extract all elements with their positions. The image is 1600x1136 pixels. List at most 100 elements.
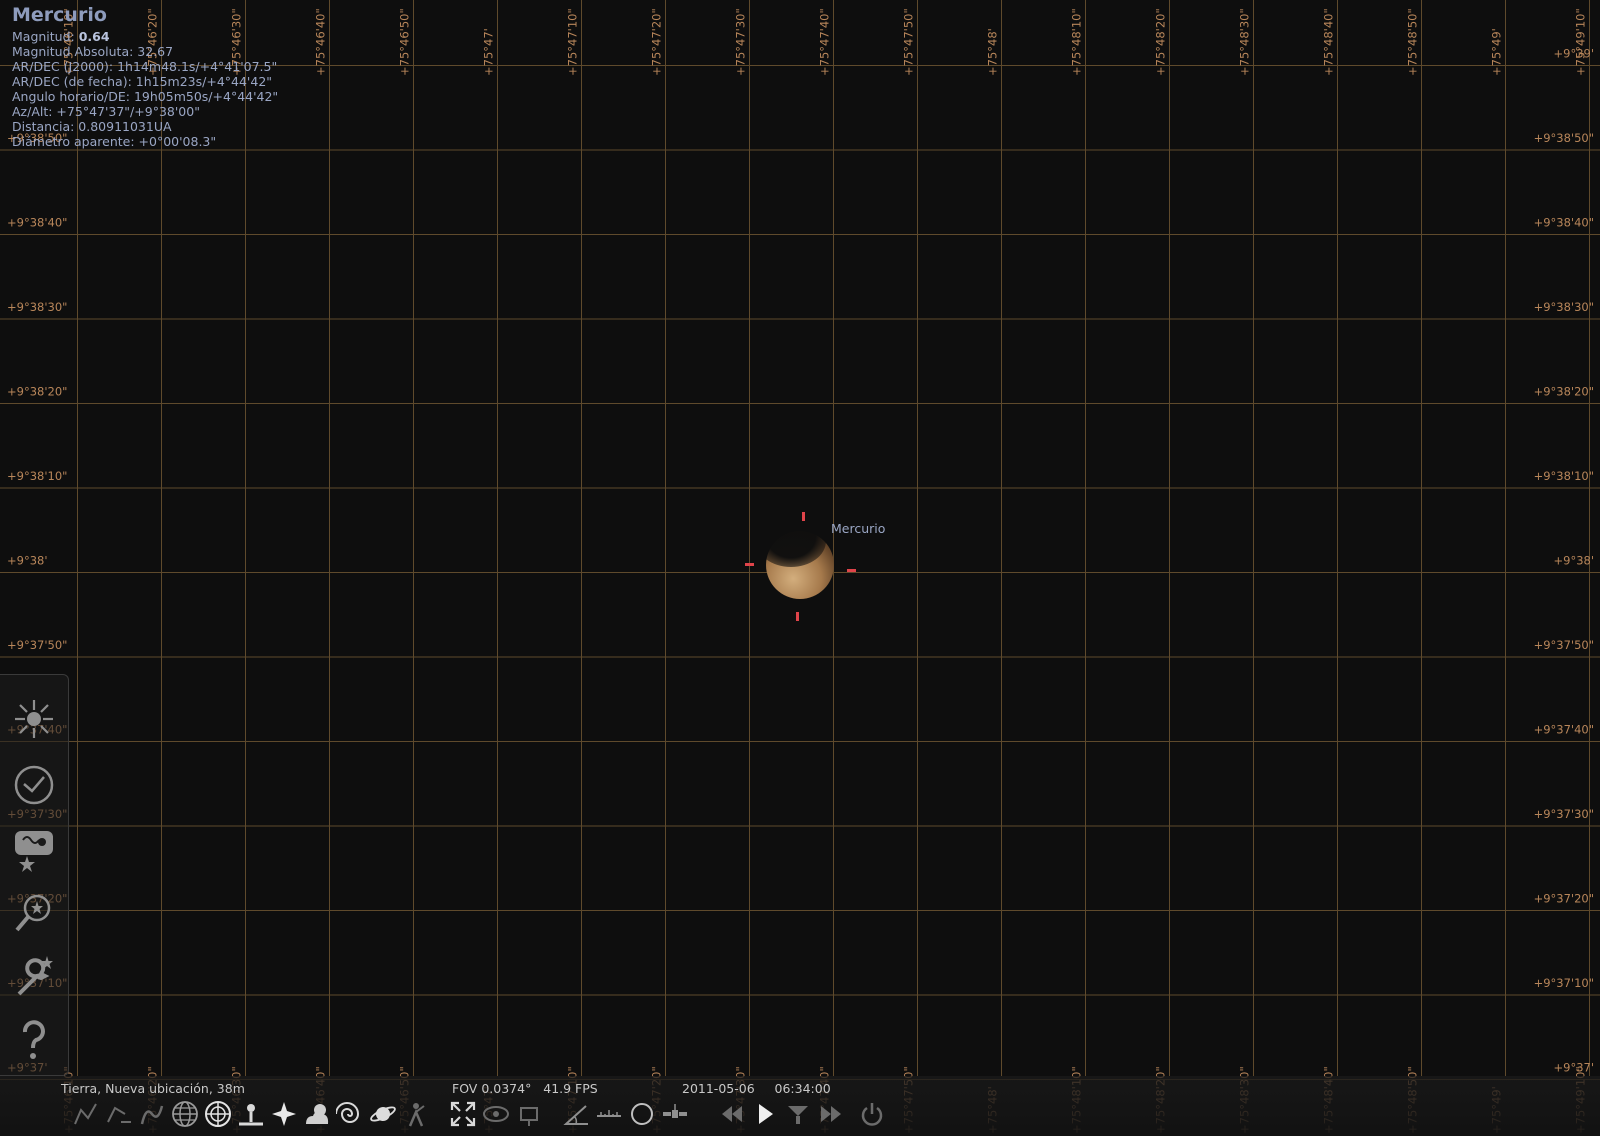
- ground-icon: [239, 1104, 263, 1126]
- selection-marker-right: [847, 569, 856, 572]
- selection-marker-top: [802, 512, 805, 521]
- planets-labels-icon: [370, 1106, 396, 1122]
- equatorial-grid-icon: [172, 1101, 198, 1127]
- azimuth-label-top: +75°47'10": [566, 8, 580, 76]
- constellation-art-button[interactable]: [136, 1098, 168, 1130]
- magnitude-label: Magnitud:: [12, 29, 75, 44]
- location-status: Tierra, Nueva ubicación, 38m: [61, 1081, 245, 1096]
- sky-light-button[interactable]: [6, 691, 62, 747]
- date-time-button[interactable]: [6, 757, 62, 813]
- constellation-lines-button[interactable]: [70, 1098, 102, 1130]
- distance: Distancia: 0.80911031UA: [12, 119, 172, 134]
- play-button[interactable]: [749, 1098, 781, 1130]
- azimuth-label-top: +75°48'40": [1322, 8, 1336, 76]
- angle-measure-button[interactable]: [560, 1098, 592, 1130]
- mount-icon: [408, 1103, 425, 1127]
- altitude-label-right: +9°39': [1554, 47, 1595, 61]
- azimuth-label-top: +75°47'20": [650, 8, 664, 76]
- azimuth-label-top: +75°47'50": [902, 8, 916, 76]
- sky-culture-icon: [15, 831, 53, 872]
- altitude-label-right: +9°37': [1554, 1061, 1595, 1075]
- fov-fps-status: FOV 0.0374° 41.9 FPS: [452, 1081, 598, 1096]
- azimuthal-grid-button[interactable]: [202, 1098, 234, 1130]
- left-toolbar: [0, 674, 69, 1076]
- realtime-icon: [788, 1106, 808, 1124]
- radec-date: AR/DEC (de fecha): 1h15m23s/+4°44'42": [12, 74, 273, 89]
- altitude-label-right: +9°38'20": [1534, 385, 1594, 399]
- object-title: Mercurio: [12, 4, 107, 26]
- realtime-button[interactable]: [782, 1098, 814, 1130]
- cardinal-points-icon: [272, 1102, 296, 1126]
- cardinal-points-button[interactable]: [268, 1098, 300, 1130]
- bottom-toolbar-buttons: [70, 1097, 889, 1131]
- satellite-button[interactable]: [659, 1098, 691, 1130]
- ocular-icon: [483, 1106, 509, 1122]
- atmosphere-button[interactable]: [301, 1098, 333, 1130]
- selection-marker-left: [745, 563, 754, 566]
- altitude-label-right: +9°37'50": [1534, 638, 1594, 652]
- selection-marker-bottom: [796, 612, 799, 621]
- azimuth-label-top: +75°47'30": [734, 8, 748, 76]
- azimuth-label-top: +75°48': [986, 28, 1000, 76]
- azimuth-label-top: +75°49'10": [1574, 8, 1588, 76]
- altitude-label-left: +9°37'50": [7, 638, 67, 652]
- azimuth-label-top: +75°48'10": [1070, 8, 1084, 76]
- azimuth-label-top: +75°46'50": [398, 8, 412, 76]
- config-icon: [17, 956, 53, 996]
- altitude-label-right: +9°38'50": [1534, 131, 1594, 145]
- constellation-labels-button[interactable]: [103, 1098, 135, 1130]
- sky-culture-button[interactable]: [6, 821, 62, 877]
- altitude-label-right: +9°38'40": [1534, 216, 1594, 230]
- ground-button[interactable]: [235, 1098, 267, 1130]
- fov-status: FOV 0.0374°: [452, 1081, 532, 1096]
- radec-j2000: AR/DEC (J2000): 1h14m48.1s/+4°41'07.5": [12, 59, 278, 74]
- azimuth-label-top: +75°48'20": [1154, 8, 1168, 76]
- configuration-button[interactable]: [6, 949, 62, 1005]
- azimuth-label-top: +75°47': [482, 28, 496, 76]
- azimuth-label-top: +75°48'50": [1406, 8, 1420, 76]
- rewind-icon: [722, 1106, 742, 1122]
- az-alt: Az/Alt: +75°47'37"/+9°38'00": [12, 104, 200, 119]
- altitude-label-left: +9°38'10": [7, 469, 67, 483]
- fast-forward-button[interactable]: [815, 1098, 847, 1130]
- time-status: 06:34:00: [774, 1081, 831, 1096]
- altitude-label-right: +9°38'10": [1534, 469, 1594, 483]
- fast-forward-icon: [821, 1106, 841, 1122]
- circle-button[interactable]: [626, 1098, 658, 1130]
- clock-icon: [14, 765, 54, 805]
- altitude-label-right: +9°37'20": [1534, 892, 1594, 906]
- mount-button[interactable]: [400, 1098, 432, 1130]
- constellation-labels-icon: [107, 1106, 131, 1123]
- planets-labels-button[interactable]: [367, 1098, 399, 1130]
- altitude-label-right: +9°37'10": [1534, 976, 1594, 990]
- fullscreen-button[interactable]: [447, 1098, 479, 1130]
- equatorial-grid-button[interactable]: [169, 1098, 201, 1130]
- rewind-button[interactable]: [716, 1098, 748, 1130]
- help-icon: [22, 1020, 45, 1059]
- sky-view[interactable]: +75°46'10"+75°46'10"+75°46'20"+75°46'20"…: [0, 0, 1600, 1136]
- constellation-art-icon: [140, 1105, 164, 1125]
- altitude-label-left: +9°38'40": [7, 216, 67, 230]
- quit-button[interactable]: [856, 1098, 888, 1130]
- search-button[interactable]: [6, 885, 62, 941]
- sky-light-icon: [15, 700, 53, 738]
- altitude-label-left: +9°38'30": [7, 300, 67, 314]
- ocular-button[interactable]: [480, 1098, 512, 1130]
- help-button[interactable]: [6, 1013, 62, 1069]
- telescope-button[interactable]: [513, 1098, 545, 1130]
- fps-status: 41.9 FPS: [543, 1081, 598, 1096]
- satellite-icon: [663, 1104, 687, 1118]
- ruler-button[interactable]: [593, 1098, 625, 1130]
- datetime-status: 2011-05-06 06:34:00: [682, 1081, 831, 1096]
- hour-angle: Angulo horario/DE: 19h05m50s/+4°44'42": [12, 89, 279, 104]
- planet-shadow: [756, 515, 826, 567]
- magnitude-value: 0.64: [78, 29, 110, 44]
- altitude-label-left: +9°38'20": [7, 385, 67, 399]
- nebulae-icon: [336, 1102, 360, 1123]
- telescope-icon: [520, 1107, 538, 1126]
- apparent-diameter: Diámetro aparente: +0°00'08.3": [12, 134, 217, 149]
- altitude-label-left: +9°38': [7, 554, 48, 568]
- azimuth-label-top: +75°47'40": [818, 8, 832, 76]
- planet-label: Mercurio: [831, 521, 886, 536]
- nebulae-button[interactable]: [334, 1098, 366, 1130]
